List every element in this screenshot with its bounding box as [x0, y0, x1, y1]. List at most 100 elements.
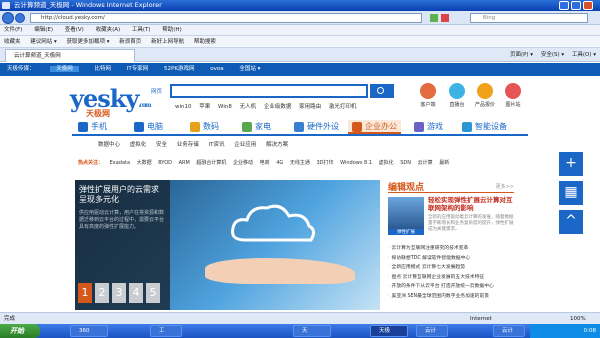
subnav-item[interactable]: 解决方案	[266, 142, 288, 148]
list-item[interactable]: 全新应用模式 云计算七大发展趋势	[388, 263, 514, 273]
opinion-thumbnail[interactable]: 弹性扩展	[388, 197, 424, 235]
hot-tag[interactable]: 云计算	[418, 160, 433, 166]
close-button[interactable]	[583, 1, 593, 10]
menu-tools[interactable]: 工具(T)	[132, 27, 151, 33]
hot-tag[interactable]: ARM	[179, 160, 190, 166]
hot-tag[interactable]: SDN	[400, 160, 411, 166]
hot-word[interactable]: 无人机	[240, 104, 257, 110]
menu-help[interactable]: 帮助(H)	[162, 27, 181, 33]
hot-tag[interactable]: 企业移动	[233, 160, 253, 166]
url-input[interactable]: http://cloud.yesky.com/	[30, 13, 422, 23]
minimize-button[interactable]	[559, 1, 569, 10]
site-nav-item[interactable]: 全国站 ▾	[239, 66, 260, 72]
task-button[interactable]: 云计	[493, 325, 525, 337]
category-phone[interactable]: 手机	[78, 120, 107, 134]
qrcode-icon[interactable]: ▦	[559, 181, 583, 205]
price-app-icon[interactable]	[477, 83, 493, 99]
hot-word[interactable]: 企业级数据	[264, 104, 292, 110]
yesky-logo[interactable]: yesky.com 天极网	[70, 84, 151, 118]
search-bing-input[interactable]: Bing	[470, 13, 588, 23]
hot-word[interactable]: Win8	[218, 104, 232, 110]
client-app-icon[interactable]	[420, 83, 436, 99]
list-item[interactable]: 云计算为互联网注重研究的技术变革	[388, 244, 514, 254]
hot-tag[interactable]: 大数据	[137, 160, 152, 166]
back-to-top-icon[interactable]: ^	[559, 210, 583, 234]
favorites-button[interactable]: 收藏夹	[4, 39, 21, 45]
fav-item[interactable]: 获取更多加载项 ▾	[67, 39, 110, 45]
list-item[interactable]: 探访联想TDC 解读软件智能数据中心	[388, 254, 514, 264]
menu-file[interactable]: 文件(F)	[4, 27, 22, 33]
hot-tag[interactable]: Exadata	[110, 160, 130, 166]
hot-word[interactable]: 激光打印机	[329, 104, 357, 110]
slide-page[interactable]: 4	[129, 283, 143, 303]
site-search-input[interactable]	[170, 84, 368, 98]
search-button[interactable]	[370, 84, 394, 98]
fav-item[interactable]: 帮助搜索	[194, 39, 216, 45]
subnav-item[interactable]: 企业应用	[234, 142, 256, 148]
hot-tag[interactable]: 4G	[276, 160, 283, 166]
subnav-item[interactable]: 业务存储	[177, 142, 199, 148]
list-item[interactable]: 开放的条件下从云平台 打造开放统一云数据中心	[388, 282, 514, 292]
list-item[interactable]: 盘点 云计算互联网企业发展的五大技术特征	[388, 273, 514, 283]
category-games[interactable]: 游戏	[414, 120, 443, 134]
hot-word[interactable]: 苹果	[199, 104, 210, 110]
subnav-item[interactable]: 虚拟化	[130, 142, 147, 148]
site-nav-item[interactable]: 52PK游戏网	[164, 66, 194, 72]
subnav-item[interactable]: 数据中心	[98, 142, 120, 148]
stop-icon[interactable]	[441, 14, 449, 22]
site-nav-item[interactable]: ovoa	[210, 66, 223, 72]
task-button[interactable]: 工	[150, 325, 182, 337]
live-app-icon[interactable]	[449, 83, 465, 99]
hot-tag[interactable]: 电商	[260, 160, 270, 166]
hot-tag[interactable]: 虚拟化	[379, 160, 394, 166]
slide-page[interactable]: 3	[112, 283, 126, 303]
fav-item[interactable]: 建议网站 ▾	[30, 39, 57, 45]
subnav-item[interactable]: IT资讯	[209, 142, 225, 148]
subnav-item[interactable]: 安全	[156, 142, 167, 148]
opinion-title[interactable]: 轻松实现弹性扩展云计算对互联网架构的影响	[428, 196, 514, 212]
site-nav-item-yesky[interactable]: 天极网	[50, 66, 79, 72]
slide-page[interactable]: 1	[78, 283, 92, 303]
maximize-button[interactable]	[571, 1, 581, 10]
browser-tab[interactable]: 云计算频道_天极网	[5, 49, 135, 62]
photo-app-icon[interactable]	[505, 83, 521, 99]
hot-tag[interactable]: 超融合计算机	[196, 160, 226, 166]
safety-menu[interactable]: 安全(S) ▾	[541, 52, 564, 58]
back-button[interactable]	[2, 12, 14, 24]
forward-button[interactable]	[15, 13, 25, 23]
menu-edit[interactable]: 编辑(E)	[34, 27, 53, 33]
category-smart[interactable]: 智能设备	[462, 120, 507, 134]
menu-view[interactable]: 查看(V)	[65, 27, 84, 33]
site-nav-item[interactable]: IT专家网	[127, 66, 148, 72]
hero-heading[interactable]: 弹性扩展用户的云需求呈现多元化	[79, 185, 166, 205]
tools-menu[interactable]: 工具(O) ▾	[572, 52, 596, 58]
plus-icon[interactable]: +	[559, 152, 583, 176]
hot-tag[interactable]: 3D打印	[317, 160, 334, 166]
task-button[interactable]: 360	[70, 325, 108, 337]
category-hardware[interactable]: 硬件外设	[294, 120, 339, 134]
site-nav-item[interactable]: 比特网	[95, 66, 112, 72]
task-button[interactable]: 天	[293, 325, 331, 337]
task-button[interactable]: 天极	[370, 325, 408, 337]
task-button[interactable]: 云计	[416, 325, 448, 337]
hot-word[interactable]: win10	[175, 104, 192, 110]
fav-item[interactable]: 新好上网导航	[151, 39, 184, 45]
hot-tag[interactable]: BYOD	[158, 160, 172, 166]
list-item[interactable]: 吴亚洲 SEN最全球范围内数字业务加速的前景	[388, 292, 514, 302]
category-computer[interactable]: 电脑	[134, 120, 163, 134]
search-option[interactable]: 网页	[151, 87, 162, 95]
category-appliance[interactable]: 家电	[242, 120, 271, 134]
hot-word[interactable]: 家用路由	[299, 104, 321, 110]
hot-tag[interactable]: 无线主通	[290, 160, 310, 166]
slide-page[interactable]: 2	[95, 283, 109, 303]
page-menu[interactable]: 页面(P) ▾	[510, 52, 533, 58]
more-link[interactable]: 更多>>	[496, 183, 514, 190]
refresh-icon[interactable]	[430, 14, 438, 22]
hot-tag[interactable]: 最新	[439, 160, 449, 166]
hot-tag[interactable]: Windows 8.1	[340, 160, 372, 166]
fav-item[interactable]: 新浪首页	[119, 39, 141, 45]
category-enterprise[interactable]: 企业办公	[348, 120, 401, 134]
menu-favorites[interactable]: 收藏夹(A)	[96, 27, 121, 33]
start-button[interactable]: 开始	[0, 324, 40, 338]
category-digital[interactable]: 数码	[190, 120, 219, 134]
